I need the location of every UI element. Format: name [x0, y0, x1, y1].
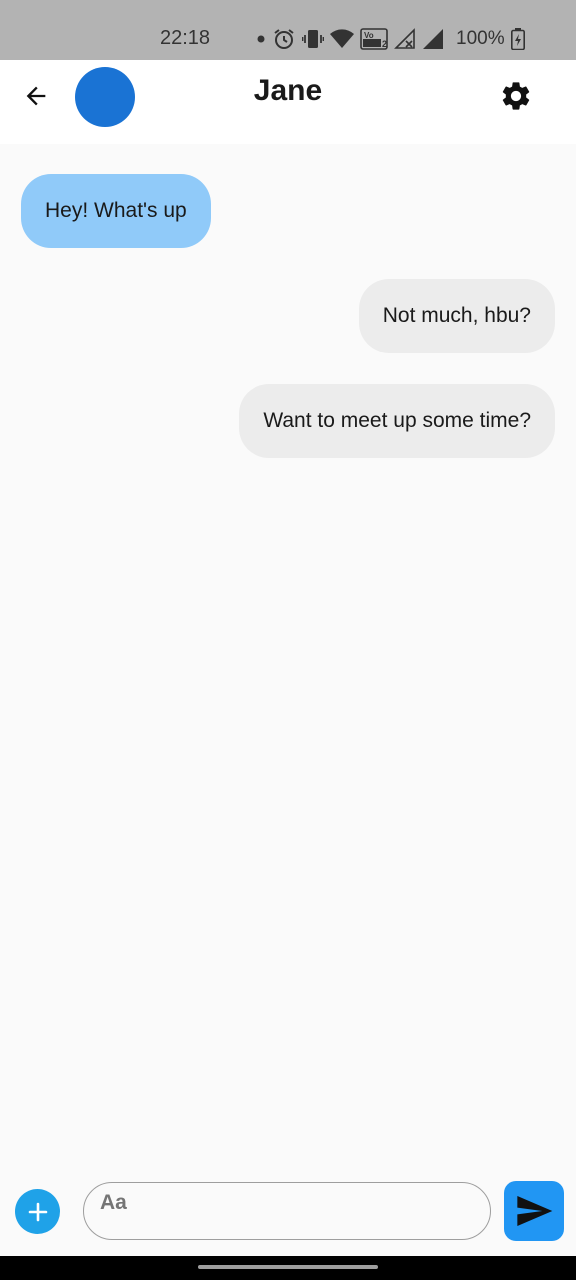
status-icons: Vo 2 100%	[256, 24, 525, 54]
message-bubble-incoming: Hey! What's up	[21, 174, 211, 248]
vibrate-icon	[302, 27, 324, 51]
status-time: 22:18	[160, 27, 211, 49]
no-signal-icon	[394, 28, 416, 50]
battery-charging-icon	[510, 28, 525, 50]
app-bar: Jane	[0, 60, 576, 144]
plus-icon	[28, 1202, 47, 1221]
home-gesture-handle[interactable]	[198, 1265, 378, 1269]
svg-text:Vo: Vo	[364, 31, 374, 40]
volte-icon: Vo 2	[360, 28, 388, 50]
svg-text:2: 2	[382, 39, 387, 49]
navigation-bar	[0, 1256, 576, 1280]
wifi-icon	[330, 28, 354, 50]
signal-icon	[422, 28, 444, 50]
gear-icon	[502, 82, 530, 110]
message-bubble-outgoing: Want to meet up some time?	[239, 384, 555, 458]
message-bubble-outgoing: Not much, hbu?	[358, 279, 555, 353]
send-icon	[517, 1196, 553, 1226]
message-input[interactable]	[83, 1182, 491, 1240]
settings-button[interactable]	[496, 76, 536, 116]
battery-percent: 100%	[456, 28, 505, 49]
alarm-icon	[272, 27, 296, 51]
notification-dot-icon	[256, 34, 266, 44]
contact-name: Jane	[253, 74, 323, 107]
send-button[interactable]	[504, 1181, 564, 1241]
message-list[interactable]: Hey! What's up Not much, hbu? Want to me…	[0, 144, 576, 1174]
add-attachment-button[interactable]	[15, 1189, 60, 1234]
message-composer	[0, 1174, 576, 1256]
status-bar: 22:18 Vo 2 100%	[0, 0, 576, 60]
